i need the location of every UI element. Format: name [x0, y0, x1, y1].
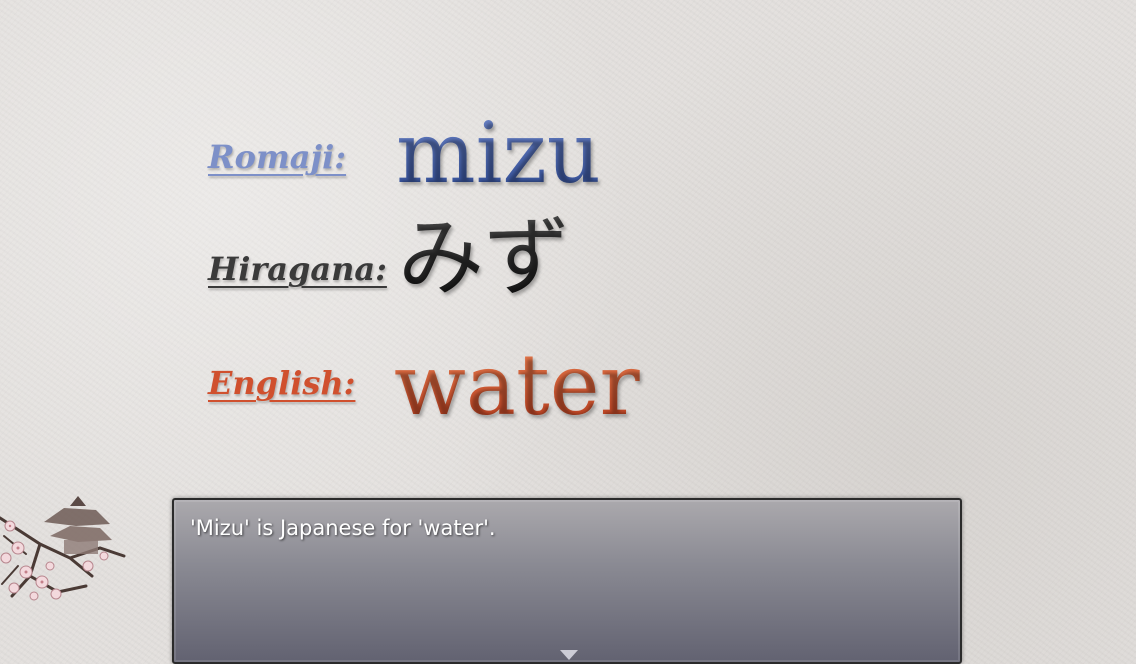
romaji-value: mizu [396, 104, 601, 202]
english-label: English: [208, 364, 356, 402]
hiragana-value: みず [398, 208, 570, 308]
english-row: English: [208, 364, 355, 402]
hiragana-row: Hiragana: [208, 250, 387, 288]
romaji-label: Romaji: [208, 138, 347, 176]
hiragana-label: Hiragana: [208, 250, 387, 288]
english-value: water [394, 336, 640, 434]
cherry-blossom-pagoda-icon [0, 496, 126, 601]
triangle-down-icon[interactable] [560, 650, 578, 660]
message-window[interactable]: 'Mizu' is Japanese for 'water'. [172, 498, 962, 664]
message-text: 'Mizu' is Japanese for 'water'. [190, 516, 496, 540]
romaji-row: Romaji: [208, 138, 346, 176]
